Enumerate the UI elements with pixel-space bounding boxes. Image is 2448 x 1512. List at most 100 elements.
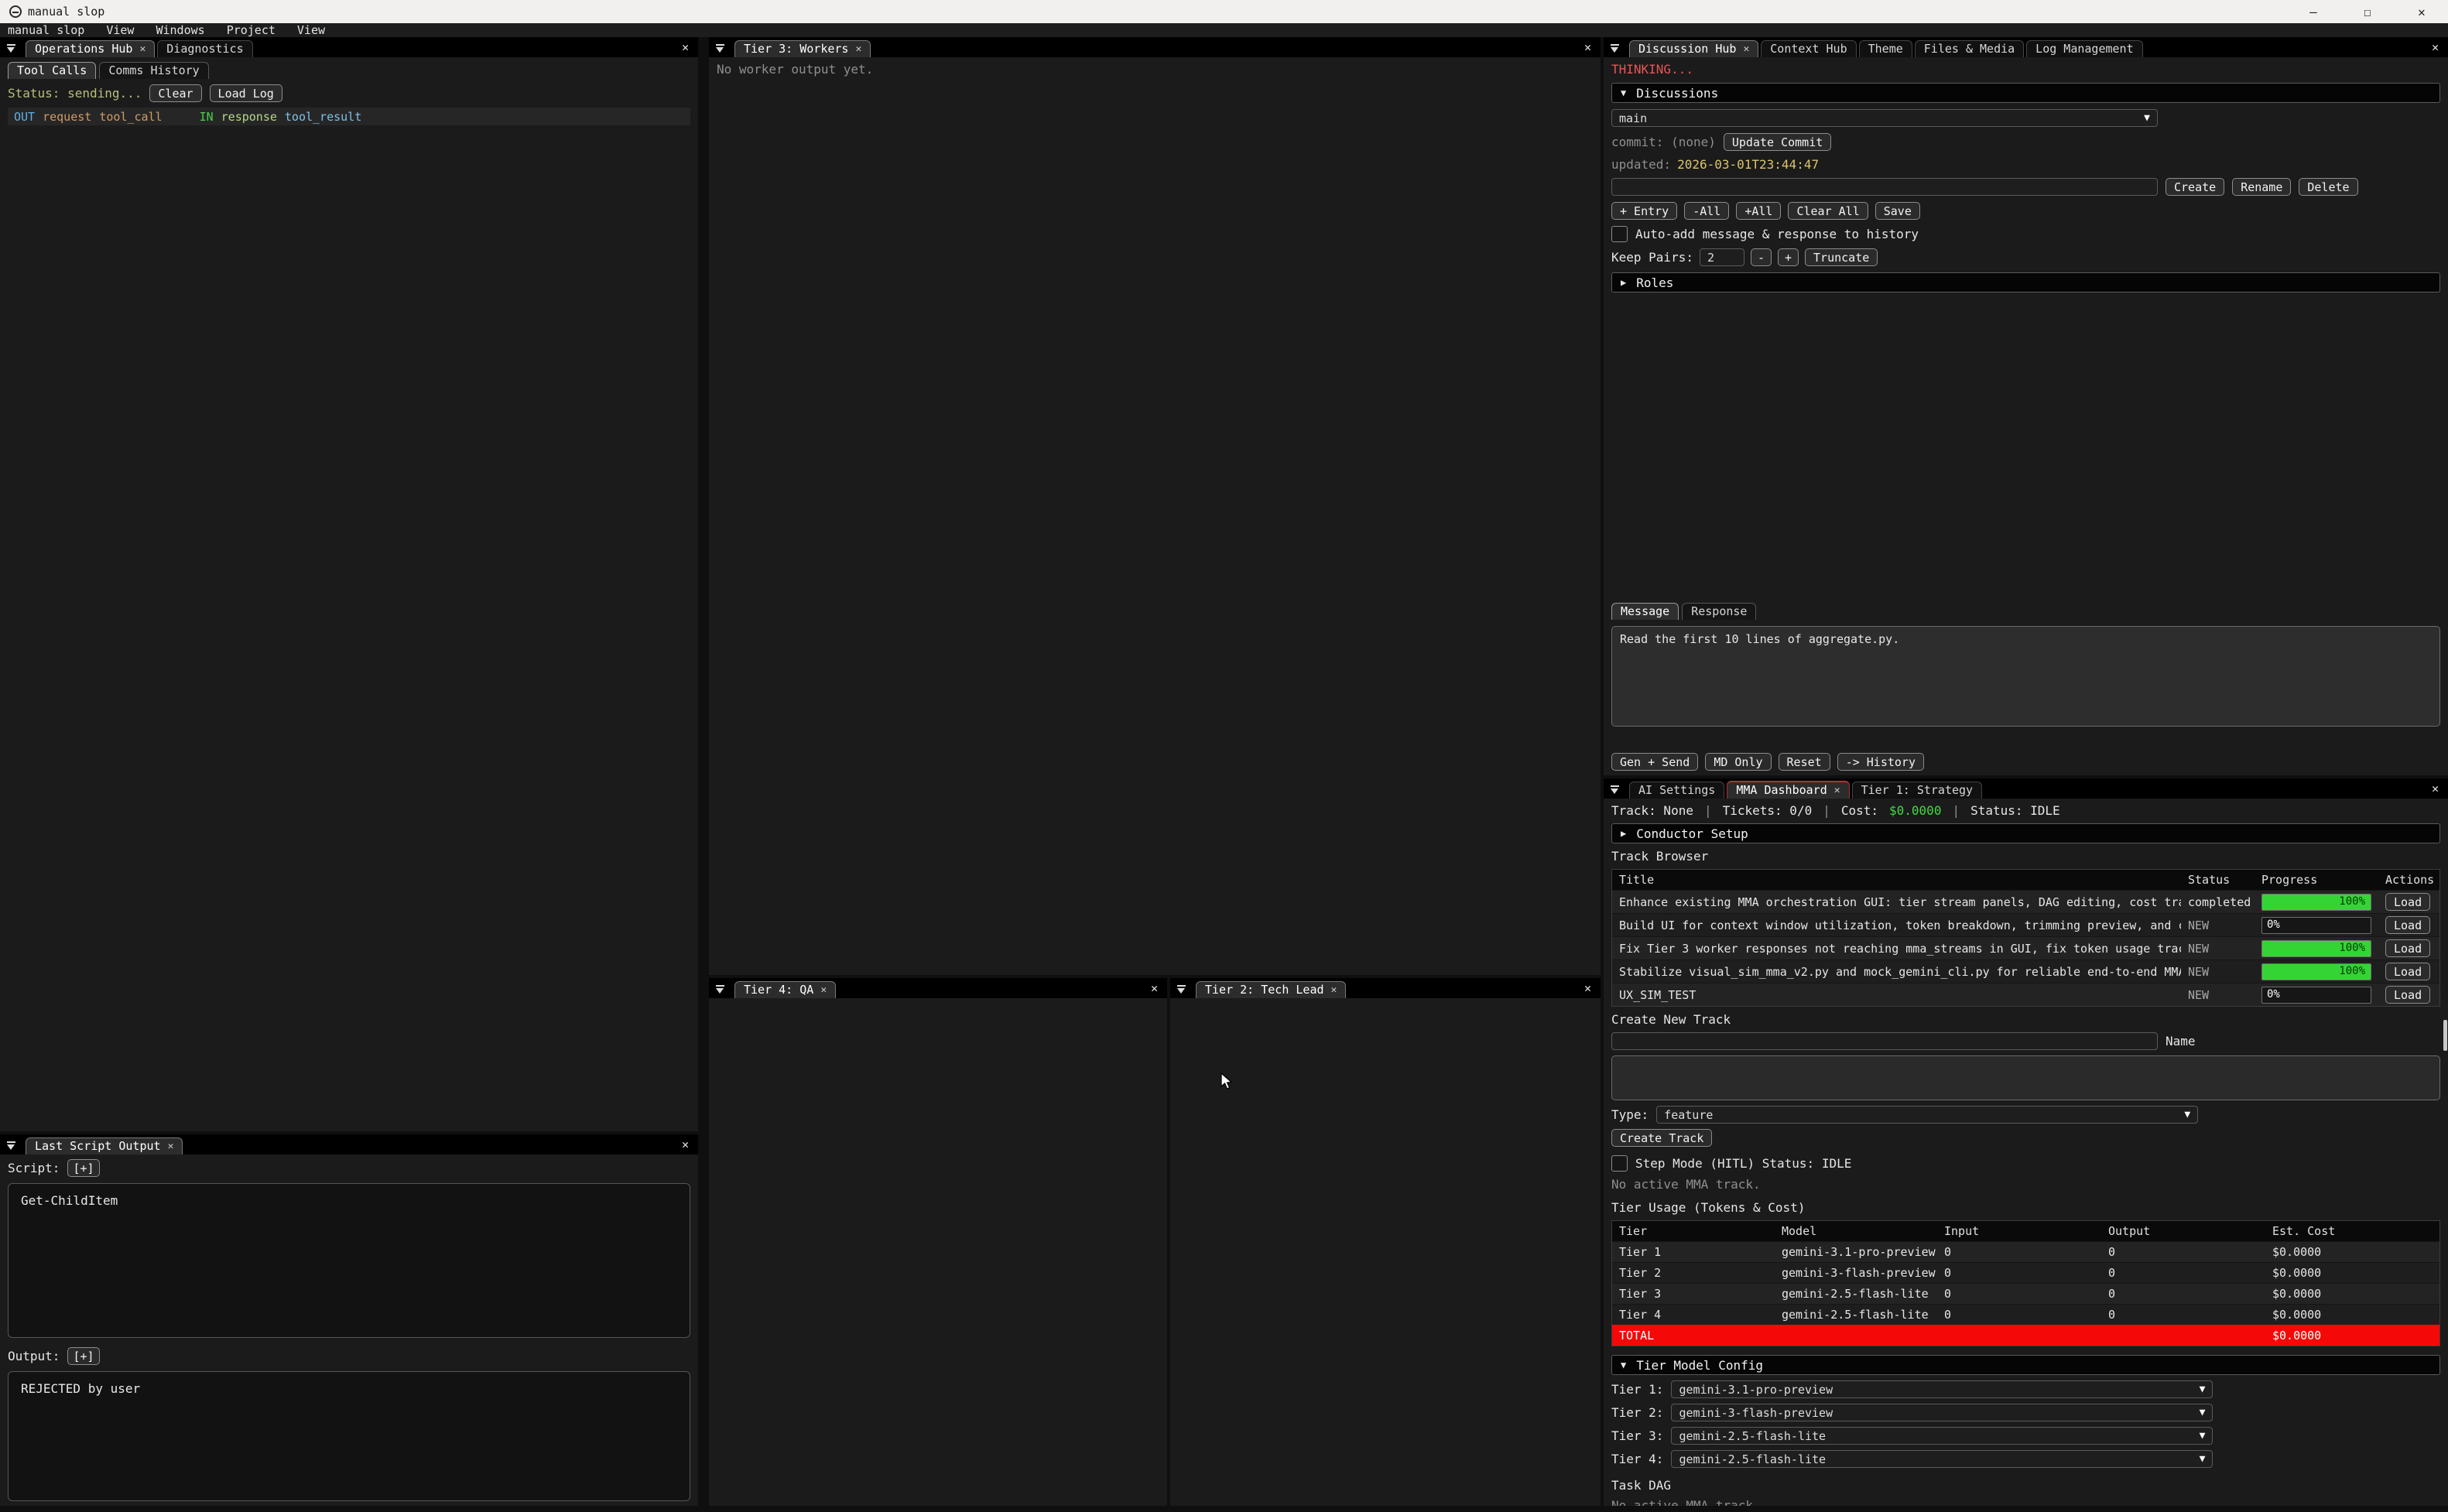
add-entry-button[interactable]: + Entry [1611, 202, 1677, 220]
panel-close-icon[interactable]: ✕ [2432, 782, 2442, 799]
discussion-name-input[interactable] [1611, 178, 2158, 196]
message-textarea[interactable]: Read the first 10 lines of aggregate.py. [1611, 626, 2440, 727]
md-only-button[interactable]: MD Only [1705, 753, 1771, 771]
panel-close-icon[interactable]: ✕ [1151, 981, 1161, 998]
tab-response[interactable]: Response [1682, 603, 1756, 620]
dropdown-arrow-icon: ▼ [2200, 1407, 2206, 1418]
delete-button[interactable]: Delete [2299, 178, 2357, 196]
track-row[interactable]: Stabilize visual_sim_mma_v2.py and mock_… [1612, 960, 2439, 983]
gen-send-button[interactable]: Gen + Send [1611, 753, 1698, 771]
tab-close-icon[interactable]: ✕ [855, 43, 861, 55]
dock-menu-icon[interactable] [6, 1141, 17, 1151]
output-expand-button[interactable]: [+] [67, 1347, 99, 1365]
discussions-section-header[interactable]: ▼ Discussions [1611, 83, 2440, 103]
track-type-select[interactable]: feature ▼ [1656, 1106, 2198, 1124]
tab-files-media[interactable]: Files & Media [1915, 40, 2024, 57]
tab-tier3-workers[interactable]: Tier 3: Workers ✕ [734, 40, 871, 57]
keep-pairs-input[interactable]: 2 [1700, 248, 1744, 266]
tier1-model-select[interactable]: gemini-3.1-pro-preview ▼ [1671, 1380, 2213, 1398]
tier3-model-select[interactable]: gemini-2.5-flash-lite ▼ [1671, 1427, 2213, 1445]
update-commit-button[interactable]: Update Commit [1724, 133, 1831, 151]
load-log-button[interactable]: Load Log [210, 84, 282, 102]
minus-all-button[interactable]: -All [1684, 202, 1729, 220]
tab-last-script-output[interactable]: Last Script Output ✕ [26, 1137, 183, 1155]
load-button[interactable]: Load [2385, 939, 2430, 957]
tab-close-icon[interactable]: ✕ [139, 43, 146, 55]
menu-item-view2[interactable]: View [297, 23, 325, 37]
menu-item-windows[interactable]: Windows [156, 23, 204, 37]
tab-discussion-hub[interactable]: Discussion Hub ✕ [1629, 40, 1758, 57]
vertical-scrollbar-thumb[interactable] [2443, 1020, 2447, 1051]
reset-button[interactable]: Reset [1779, 753, 1830, 771]
roles-section-header[interactable]: ▶ Roles [1611, 272, 2440, 292]
dock-menu-icon[interactable] [6, 44, 17, 54]
discussion-select[interactable]: main ▼ [1611, 109, 2158, 127]
tab-close-icon[interactable]: ✕ [1331, 984, 1337, 996]
script-expand-button[interactable]: [+] [67, 1159, 99, 1177]
tab-tier4-qa[interactable]: Tier 4: QA ✕ [734, 981, 836, 998]
create-button[interactable]: Create [2166, 178, 2224, 196]
tab-context-hub[interactable]: Context Hub [1761, 40, 1856, 57]
dock-menu-icon[interactable] [715, 44, 726, 54]
load-button[interactable]: Load [2385, 963, 2430, 980]
script-textarea[interactable]: Get-ChildItem [8, 1183, 690, 1338]
menu-item-project[interactable]: Project [227, 23, 276, 37]
track-name-input[interactable] [1611, 1032, 2158, 1050]
keep-pairs-decrement-button[interactable]: - [1751, 248, 1772, 266]
rename-button[interactable]: Rename [2232, 178, 2291, 196]
load-button[interactable]: Load [2385, 916, 2430, 934]
tab-diagnostics[interactable]: Diagnostics [157, 40, 252, 57]
tab-tool-calls[interactable]: Tool Calls [8, 62, 96, 79]
panel-close-icon[interactable]: ✕ [1584, 40, 1594, 57]
dock-menu-icon[interactable] [1610, 44, 1621, 54]
save-button[interactable]: Save [1875, 202, 1920, 220]
tab-message[interactable]: Message [1611, 603, 1679, 620]
minimize-button[interactable]: — [2296, 5, 2330, 19]
menu-item-view[interactable]: View [106, 23, 134, 37]
load-button[interactable]: Load [2385, 893, 2430, 911]
step-mode-checkbox[interactable] [1611, 1155, 1628, 1172]
autoadd-checkbox[interactable] [1611, 226, 1628, 242]
keep-pairs-increment-button[interactable]: + [1778, 248, 1799, 266]
tab-close-icon[interactable]: ✕ [1743, 43, 1749, 55]
dock-menu-icon[interactable] [1610, 785, 1621, 795]
clear-all-button[interactable]: Clear All [1788, 202, 1868, 220]
tool-call-log-row[interactable]: OUT request tool_call IN response tool_r… [8, 108, 690, 125]
tab-comms-history[interactable]: Comms History [99, 62, 208, 79]
tier2-model-select[interactable]: gemini-3-flash-preview ▼ [1671, 1404, 2213, 1421]
tab-close-icon[interactable]: ✕ [1834, 785, 1840, 796]
tab-ai-settings[interactable]: AI Settings [1629, 782, 1724, 799]
output-textarea[interactable]: REJECTED by user [8, 1371, 690, 1501]
truncate-button[interactable]: Truncate [1805, 248, 1878, 266]
tier-model-config-header[interactable]: ▼ Tier Model Config [1611, 1355, 2440, 1375]
load-button[interactable]: Load [2385, 986, 2430, 1004]
tab-log-management[interactable]: Log Management [2026, 40, 2142, 57]
tier4-model-select[interactable]: gemini-2.5-flash-lite ▼ [1671, 1450, 2213, 1468]
dock-menu-icon[interactable] [715, 985, 726, 995]
to-history-button[interactable]: -> History [1837, 753, 1924, 771]
tab-close-icon[interactable]: ✕ [820, 984, 827, 996]
panel-close-icon[interactable]: ✕ [682, 40, 692, 57]
close-button[interactable]: ✕ [2405, 5, 2439, 19]
track-row[interactable]: UX_SIM_TEST NEW 0% Load [1612, 983, 2439, 1006]
track-description-textarea[interactable] [1611, 1055, 2440, 1100]
clear-button[interactable]: Clear [149, 84, 201, 102]
tab-operations-hub[interactable]: Operations Hub ✕ [26, 40, 155, 57]
conductor-setup-header[interactable]: ▶ Conductor Setup [1611, 823, 2440, 843]
tab-tier2-tech-lead[interactable]: Tier 2: Tech Lead ✕ [1196, 981, 1346, 998]
track-row[interactable]: Fix Tier 3 worker responses not reaching… [1612, 936, 2439, 960]
maximize-button[interactable]: ☐ [2350, 5, 2385, 19]
panel-close-icon[interactable]: ✕ [2432, 40, 2442, 57]
menu-item-manual-slop[interactable]: manual slop [8, 23, 84, 37]
tab-theme[interactable]: Theme [1859, 40, 1912, 57]
tab-tier1-strategy[interactable]: Tier 1: Strategy [1852, 782, 1983, 799]
panel-close-icon[interactable]: ✕ [1584, 981, 1594, 998]
tab-mma-dashboard[interactable]: MMA Dashboard ✕ [1727, 781, 1849, 799]
dock-menu-icon[interactable] [1176, 985, 1187, 995]
track-row[interactable]: Build UI for context window utilization,… [1612, 913, 2439, 936]
create-track-button[interactable]: Create Track [1611, 1129, 1712, 1147]
track-row[interactable]: Enhance existing MMA orchestration GUI: … [1612, 890, 2439, 913]
panel-close-icon[interactable]: ✕ [682, 1137, 692, 1155]
plus-all-button[interactable]: +All [1736, 202, 1781, 220]
tab-close-icon[interactable]: ✕ [168, 1141, 174, 1152]
